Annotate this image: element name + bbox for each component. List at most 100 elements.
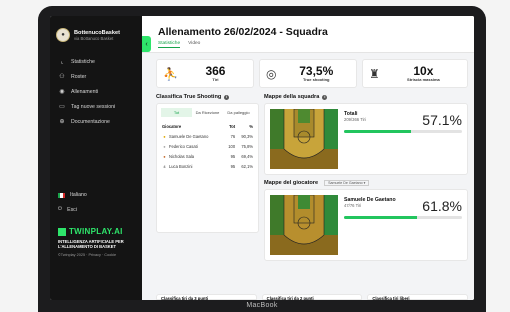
basketball-hoop-icon: ⛹	[163, 66, 178, 81]
sidebar-item-label: Statistiche	[71, 58, 95, 65]
team-court-heatmap	[270, 109, 338, 169]
sidebar-item-statistiche[interactable]: ⌞ Statistiche	[50, 54, 142, 69]
select-value: Samuele De Gaetano	[328, 181, 363, 185]
whistle-icon: ◉	[59, 89, 65, 95]
table-row[interactable]: ● Samuele De Gaetano 76 90,3%	[161, 131, 254, 141]
progress-fill	[344, 216, 417, 219]
stat-label: Tiri	[212, 77, 219, 82]
chevron-down-icon: ▾	[363, 181, 366, 185]
player-court-heatmap	[270, 195, 338, 255]
filter-ricezione[interactable]: Da Ricezione	[192, 108, 223, 117]
stat-card-striscia: ♜ 10x Striscia massima	[362, 59, 468, 88]
info-icon[interactable]: i	[224, 94, 230, 100]
card-tiri-liberi: Classifica tiri liberi	[367, 294, 469, 300]
stat-value: 73,5%	[299, 64, 334, 78]
twinplay-logo-icon	[58, 227, 66, 236]
stat-cards: ⛹ 366 Tiri ◎ 73,5% True shooting ♜ 10x Stri…	[156, 59, 468, 88]
mappe-squadra-title: Mappe della squadra i	[264, 94, 468, 100]
power-icon: ⏻	[58, 206, 63, 212]
logout-label: Esci	[67, 206, 77, 213]
silver-medal-icon: ●	[163, 143, 166, 149]
copyright: ©Twinplay 2025 · Privacy · Cookie	[58, 253, 117, 257]
player-name: Federico Casati	[169, 143, 198, 149]
stat-card-tiri: ⛹ 366 Tiri	[156, 59, 254, 88]
sidebar-item-label: Tag nuove sessioni	[71, 103, 116, 110]
sidebar-item-tag[interactable]: ▭ Tag nuove sessioni	[50, 99, 142, 114]
app-screen: ● BottenucoBasket via Bottanuco Basket ⌞…	[50, 16, 474, 300]
language-select[interactable]: Italiano	[50, 188, 142, 202]
player-name: Luca Bonzini	[169, 164, 193, 170]
rank-number: 4	[163, 164, 166, 170]
cell-tot: 95	[230, 153, 236, 159]
sidebar-item-allenamenti[interactable]: ◉ Allenamenti	[50, 84, 142, 99]
sidebar-bottom: Italiano ⏻ Esci TWINPLAY.AI INTELLIGENZA …	[50, 188, 142, 257]
target-icon: ◎	[266, 66, 277, 81]
column-header: %	[249, 124, 253, 129]
section-title: Classifica True Shooting	[156, 94, 222, 100]
bottom-cards: Classifica tiri da 3 punti Classifica ti…	[156, 294, 469, 300]
filter-palleggio[interactable]: Da palleggio	[223, 108, 254, 117]
classifica-card: Tot Da Ricezione Da palleggio Giocatore …	[156, 103, 259, 233]
users-icon: ⚇	[59, 74, 65, 80]
tag-icon: ▭	[59, 104, 65, 110]
italy-flag-icon	[58, 192, 65, 198]
document-icon: ⊕	[59, 119, 65, 125]
card-tiri-2: Classifica tiri da 2 punti	[261, 294, 363, 300]
logout-button[interactable]: ⏻ Esci	[50, 202, 142, 217]
table-row[interactable]: ● Federico Casati 100 75,8%	[161, 141, 254, 151]
filter-tot[interactable]: Tot	[161, 108, 192, 117]
progress-fill	[344, 130, 412, 133]
info-icon[interactable]: i	[322, 94, 328, 100]
cell-tot: 100	[228, 143, 236, 149]
cell-pct: 75,8%	[241, 143, 253, 149]
column-header: Giocatore	[162, 124, 182, 129]
stat-label: Striscia massima	[407, 77, 440, 82]
chart-icon: ⌞	[60, 59, 64, 65]
player-progress-bar	[344, 216, 462, 219]
table-row[interactable]: ● Nicholas Sala 95 69,4%	[161, 151, 254, 161]
team-logo-icon: ●	[56, 28, 70, 42]
brand-name: BottenucoBasket	[74, 29, 121, 36]
brand[interactable]: ● BottenucoBasket via Bottanuco Basket	[50, 28, 142, 42]
tab-video[interactable]: Video	[188, 41, 200, 48]
laptop-label: MacBook	[246, 302, 278, 309]
sidebar-item-label: Roster	[71, 73, 87, 80]
trophy-icon: ♜	[369, 66, 380, 81]
section-title: Mappe della squadra	[264, 94, 320, 100]
gold-medal-icon: ●	[163, 133, 166, 139]
page-header: Allenamento 26/02/2024 - Squadra Statist…	[142, 16, 474, 53]
language-label: Italiano	[70, 192, 87, 198]
stat-label: True shooting	[303, 77, 330, 82]
main-content: Allenamento 26/02/2024 - Squadra Statist…	[142, 16, 474, 300]
tabs: Statistiche Video	[158, 41, 460, 48]
sidebar-item-documentazione[interactable]: ⊕ Documentazione	[50, 114, 142, 129]
sidebar-item-roster[interactable]: ⚇ Roster	[50, 69, 142, 84]
tagline: INTELLIGENZA ARTIFICIALE PER L'ALLENAMEN…	[58, 239, 124, 249]
stat-card-true-shooting: ◎ 73,5% True shooting	[259, 59, 357, 88]
table-row[interactable]: 4 Luca Bonzini 95 62,1%	[161, 162, 254, 172]
player-name: Samuele De Gaetano	[169, 133, 209, 139]
sidebar-item-label: Allenamenti	[71, 88, 99, 95]
content-grid: Classifica True Shooting i Tot Da Ricezio…	[156, 94, 468, 261]
mappe-giocatore-title: Mappe del giocatore Samuele De Gaetano ▾	[264, 180, 468, 186]
cell-tot: 76	[230, 133, 236, 139]
photo-stage: ● BottenucoBasket via Bottanuco Basket ⌞…	[0, 0, 510, 312]
brand-sub: via Bottanuco Basket	[74, 35, 114, 41]
filter-segment: Tot Da Ricezione Da palleggio	[161, 108, 254, 117]
stat-value: 366	[205, 64, 226, 78]
collapse-sidebar-button[interactable]: ‹	[142, 36, 151, 52]
card-tiri-3: Classifica tiri da 3 punti	[156, 294, 257, 300]
chevron-left-icon: ‹	[145, 40, 148, 48]
mappe-giocatore-card: Samuele De Gaetano 47/76 Tiri 61.8%	[264, 189, 468, 261]
page-title: Allenamento 26/02/2024 - Squadra	[158, 26, 328, 38]
team-progress-bar	[344, 130, 462, 133]
laptop-frame: ● BottenucoBasket via Bottanuco Basket ⌞…	[38, 6, 486, 312]
player-select[interactable]: Samuele De Gaetano ▾	[324, 180, 370, 186]
cell-pct: 62,1%	[241, 164, 253, 170]
player-name: Nicholas Sala	[169, 153, 195, 159]
tab-statistiche[interactable]: Statistiche	[158, 41, 181, 48]
twinplay-logo-text: TWINPLAY.AI	[69, 227, 123, 236]
sidebar-item-label: Documentazione	[71, 118, 110, 125]
mappe-squadra-card: Totali 209/366 Tiri 57.1%	[264, 103, 468, 175]
cell-pct: 69,4%	[241, 153, 253, 159]
